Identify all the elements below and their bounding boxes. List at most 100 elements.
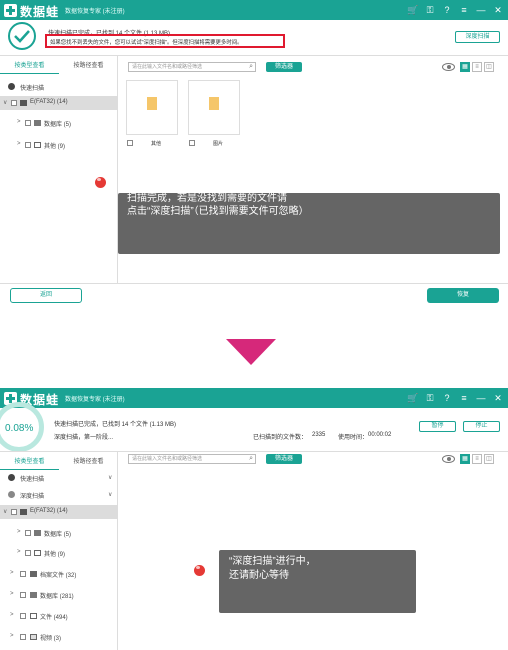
checkbox[interactable] bbox=[20, 613, 26, 619]
checkbox[interactable] bbox=[25, 120, 31, 126]
tree-label: E(FAT32) (14) bbox=[30, 99, 68, 105]
tip-callout: 扫描完成，若是没找到需要的文件请 点击“深度扫描”（已找到需要文件可忽略） bbox=[118, 193, 500, 254]
search-input[interactable]: 请在此输入文件名和或路径筛选 ⌕ bbox=[128, 454, 256, 464]
filter-button[interactable]: 筛选器 bbox=[266, 454, 302, 464]
database-icon bbox=[34, 530, 41, 536]
file-tile[interactable] bbox=[126, 80, 178, 135]
tree-label: 视频 (3) bbox=[40, 636, 62, 642]
checkbox[interactable] bbox=[25, 142, 31, 148]
checkbox[interactable] bbox=[25, 550, 31, 556]
menu-icon[interactable]: ≡ bbox=[458, 4, 470, 16]
search-icon[interactable]: ⌕ bbox=[249, 63, 253, 71]
tree-label: 其他 (9) bbox=[44, 144, 66, 150]
checkbox[interactable] bbox=[20, 634, 26, 640]
scan-complete-check-icon bbox=[8, 22, 36, 50]
stop-button[interactable]: 停止 bbox=[463, 421, 500, 432]
checkbox[interactable] bbox=[127, 140, 133, 146]
pointer-dot-icon bbox=[95, 177, 106, 188]
progress-percent: 0.08% bbox=[5, 423, 34, 434]
deep-scan-button[interactable]: 深度扫描 bbox=[455, 31, 500, 43]
tree-documents[interactable]: > 文件 (494) bbox=[0, 609, 118, 623]
search-input[interactable]: 请在此输入文件名和或路径筛选 ⌕ bbox=[128, 62, 256, 72]
list-view-icon[interactable]: ≡ bbox=[472, 62, 482, 72]
pause-button[interactable]: 暂停 bbox=[419, 421, 456, 432]
checkbox[interactable] bbox=[25, 530, 31, 536]
deep-scan-notice-text: 如果您找不到丢失的文件，您可以试试"深度扫描"。但深度扫描将需要更多时间。 bbox=[50, 40, 243, 46]
logo-icon bbox=[4, 4, 17, 17]
eye-icon[interactable] bbox=[442, 63, 455, 71]
tree-drive-e[interactable]: ∨ E(FAT32) (14) bbox=[0, 505, 118, 519]
list-view-icon[interactable]: ≡ bbox=[472, 454, 482, 464]
search-icon[interactable]: ⌕ bbox=[249, 455, 253, 463]
tip-line-2: 点击“深度扫描”（已找到需要文件可忽略） bbox=[127, 206, 309, 217]
key-icon[interactable]: ⚿ bbox=[424, 4, 436, 16]
chevron-right-icon[interactable]: > bbox=[17, 141, 21, 147]
chevron-down-icon[interactable]: ∨ bbox=[3, 99, 7, 106]
bottom-divider bbox=[0, 283, 508, 284]
tip-line-2: 还请耐心等待 bbox=[229, 570, 289, 581]
tree-quick-scan[interactable]: 快速扫描 ∨ bbox=[0, 471, 118, 485]
scan-status-text: 快速扫描已完成，已找到 14 个文件 (1.13 MB) bbox=[54, 422, 177, 428]
menu-icon[interactable]: ≡ bbox=[458, 392, 470, 404]
sidebar: 按类型查看 按路径查看 快速扫描 ∨ E(FAT32) (14) > 数据库 (… bbox=[0, 56, 118, 283]
tree-other[interactable]: > 其他 (9) bbox=[0, 546, 118, 560]
tree-database[interactable]: > 数据库 (5) bbox=[0, 116, 118, 130]
tree-quick-scan[interactable]: 快速扫描 bbox=[0, 80, 118, 94]
chevron-right-icon[interactable]: > bbox=[17, 529, 21, 535]
chevron-down-icon[interactable]: ∨ bbox=[108, 491, 112, 498]
minimize-icon[interactable]: — bbox=[475, 392, 487, 404]
tree-label: E(FAT32) (14) bbox=[30, 508, 68, 514]
back-button[interactable]: 返回 bbox=[10, 288, 82, 303]
detail-view-icon[interactable]: ◫ bbox=[484, 454, 494, 464]
tree-label: 档案文件 (32) bbox=[40, 573, 77, 579]
chevron-down-icon[interactable]: ∨ bbox=[3, 508, 7, 515]
minimize-icon[interactable]: — bbox=[475, 4, 487, 16]
eye-icon[interactable] bbox=[442, 455, 455, 463]
document-icon bbox=[30, 613, 37, 619]
chevron-right-icon[interactable]: > bbox=[10, 570, 14, 576]
chevron-right-icon[interactable]: > bbox=[10, 633, 14, 639]
bottom-screenshot: 数据蛙 数据恢复专家 (未注册) 🛒 ⚿ ? ≡ — ✕ 0.08% 快速扫描已… bbox=[0, 388, 508, 650]
cart-icon[interactable]: 🛒 bbox=[407, 392, 419, 404]
tab-by-type[interactable]: 按类型查看 bbox=[0, 58, 59, 74]
file-name: 其他 bbox=[151, 141, 162, 147]
tree-label: 快速扫描 bbox=[20, 86, 45, 92]
tree-drive-e[interactable]: ∨ E(FAT32) (14) bbox=[0, 96, 118, 110]
chevron-right-icon[interactable]: > bbox=[17, 549, 21, 555]
checkbox[interactable] bbox=[20, 571, 26, 577]
close-icon[interactable]: ✕ bbox=[492, 392, 504, 404]
tab-by-type[interactable]: 按类型查看 bbox=[0, 454, 59, 470]
file-tile[interactable] bbox=[188, 80, 240, 135]
checkbox[interactable] bbox=[11, 509, 17, 515]
help-icon[interactable]: ? bbox=[441, 4, 453, 16]
search-placeholder: 请在此输入文件名和或路径筛选 bbox=[132, 64, 203, 70]
checkbox[interactable] bbox=[11, 100, 17, 106]
key-icon[interactable]: ⚿ bbox=[424, 392, 436, 404]
checkbox[interactable] bbox=[20, 592, 26, 598]
chevron-down-icon[interactable]: ∨ bbox=[108, 474, 112, 481]
tree-other[interactable]: > 其他 (9) bbox=[0, 138, 118, 152]
tree-database-2[interactable]: > 数据库 (281) bbox=[0, 588, 118, 602]
recover-button[interactable]: 恢复 bbox=[427, 288, 499, 303]
chevron-right-icon[interactable]: > bbox=[10, 591, 14, 597]
checkbox[interactable] bbox=[189, 140, 195, 146]
grid-view-icon[interactable]: ▦ bbox=[460, 454, 470, 464]
title-bar: 数据蛙 数据恢复专家 (未注册) 🛒 ⚿ ? ≡ — ✕ bbox=[0, 0, 508, 20]
tree-deep-scan[interactable]: 深度扫描 ∨ bbox=[0, 488, 118, 502]
tree-video[interactable]: > 视频 (3) bbox=[0, 630, 118, 644]
app-subtitle: 数据恢复专家 (未注册) bbox=[65, 9, 125, 15]
chevron-right-icon[interactable]: > bbox=[17, 119, 21, 125]
tree-archive-files[interactable]: > 档案文件 (32) bbox=[0, 567, 118, 581]
close-icon[interactable]: ✕ bbox=[492, 4, 504, 16]
tree-label: 深度扫描 bbox=[20, 494, 45, 500]
grid-view-icon[interactable]: ▦ bbox=[460, 62, 470, 72]
cart-icon[interactable]: 🛒 bbox=[407, 4, 419, 16]
tab-by-path[interactable]: 按路径查看 bbox=[59, 58, 118, 74]
tree-database[interactable]: > 数据库 (5) bbox=[0, 526, 118, 540]
tab-by-path[interactable]: 按路径查看 bbox=[59, 454, 118, 470]
chevron-right-icon[interactable]: > bbox=[10, 612, 14, 618]
detail-view-icon[interactable]: ◫ bbox=[484, 62, 494, 72]
help-icon[interactable]: ? bbox=[441, 392, 453, 404]
tip-line-1: “深度扫描”进行中， bbox=[229, 556, 316, 567]
filter-button[interactable]: 筛选器 bbox=[266, 62, 302, 72]
